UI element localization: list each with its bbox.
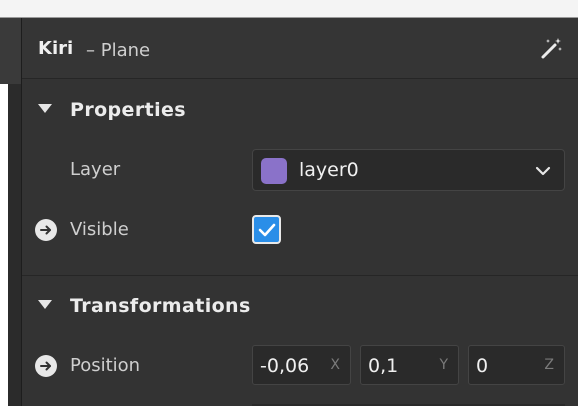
transformations-section-header[interactable]: Transformations <box>22 286 578 326</box>
magic-wand-icon[interactable] <box>540 36 564 60</box>
object-name: Kiri <box>38 38 74 59</box>
properties-title: Properties <box>70 99 186 121</box>
layer-dropdown[interactable]: layer0 <box>252 149 565 191</box>
y-axis-label: Y <box>439 357 448 373</box>
left-panel <box>0 18 22 406</box>
left-panel-scrollbar[interactable] <box>8 84 21 406</box>
layer-color-swatch <box>261 158 287 184</box>
layer-label: Layer <box>70 159 121 180</box>
position-y-field[interactable]: 0,1 Y <box>360 345 459 385</box>
inspector-panel: Kiri – Plane Properties Layer layer0 Vis… <box>22 18 578 406</box>
visible-link-arrow-icon[interactable] <box>35 219 57 241</box>
collapse-triangle-icon <box>38 300 52 309</box>
properties-section-header[interactable]: Properties <box>22 90 578 130</box>
visible-label: Visible <box>70 219 129 240</box>
position-link-arrow-icon[interactable] <box>35 355 57 377</box>
top-strip <box>0 0 578 18</box>
position-z-value: 0 <box>476 355 489 377</box>
left-panel-canvas <box>0 84 8 406</box>
chevron-down-icon <box>534 162 552 184</box>
z-axis-label: Z <box>544 357 554 373</box>
visible-checkbox[interactable] <box>252 215 281 244</box>
section-divider <box>22 275 578 276</box>
x-axis-label: X <box>330 357 340 373</box>
layer-value: layer0 <box>299 159 359 181</box>
position-x-value: -0,06 <box>260 355 310 377</box>
position-x-field[interactable]: -0,06 X <box>252 345 351 385</box>
checkmark-icon <box>258 223 276 237</box>
position-label: Position <box>70 355 141 376</box>
collapse-triangle-icon <box>38 104 52 113</box>
transformations-title: Transformations <box>70 295 251 317</box>
position-y-value: 0,1 <box>368 355 399 377</box>
inspector-header: Kiri – Plane <box>22 18 578 79</box>
left-panel-header <box>0 18 21 84</box>
position-z-field[interactable]: 0 Z <box>468 345 565 385</box>
object-kind: – Plane <box>86 40 151 61</box>
